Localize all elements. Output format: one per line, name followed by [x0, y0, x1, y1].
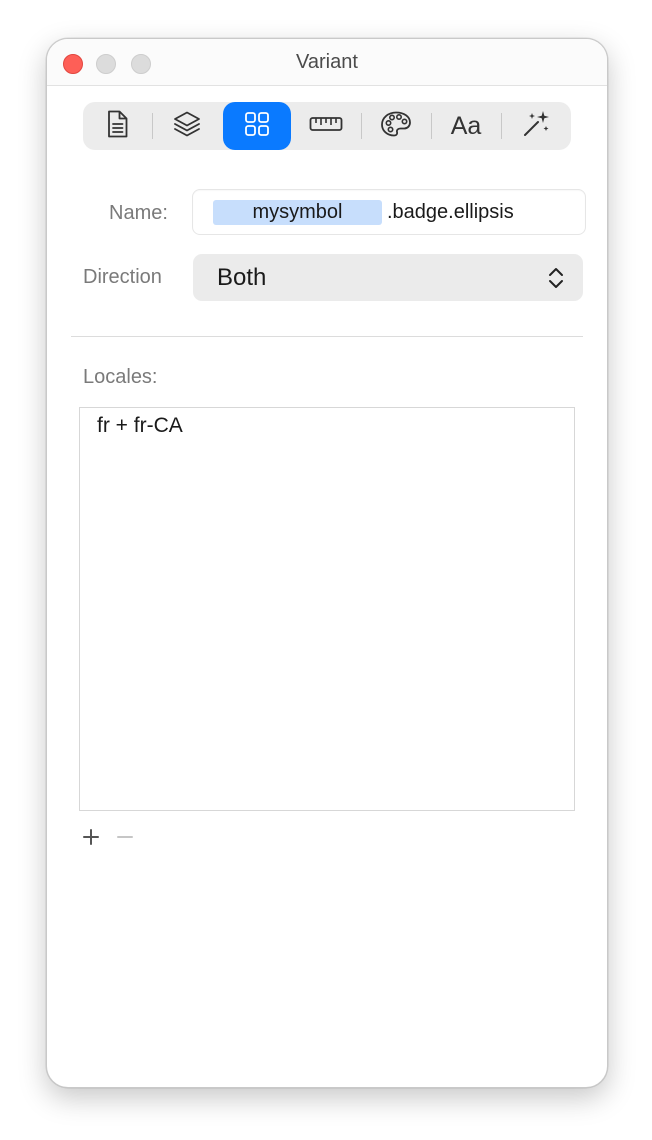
tab-file-inspector[interactable] — [83, 102, 151, 150]
add-locale-button[interactable] — [79, 827, 103, 851]
layers-icon — [173, 110, 201, 143]
chevron-up-down-icon — [547, 266, 565, 290]
locales-label: Locales: — [83, 366, 158, 388]
locales-list[interactable]: fr + fr-CA — [79, 407, 575, 811]
tab-color-inspector[interactable] — [362, 102, 430, 150]
document-icon — [106, 110, 128, 143]
name-field[interactable]: mysymbol .badge.ellipsis — [192, 189, 586, 235]
typography-icon: Aa — [450, 111, 482, 140]
magic-wand-icon — [521, 109, 551, 144]
tab-typography-inspector[interactable]: Aa — [432, 102, 500, 150]
grid-icon — [244, 111, 270, 142]
remove-locale-button[interactable] — [113, 827, 137, 851]
tab-variant-inspector[interactable] — [223, 102, 291, 150]
tab-layers-inspector[interactable] — [153, 102, 221, 150]
title-bar: Variant — [47, 39, 607, 86]
name-token[interactable]: mysymbol — [213, 200, 382, 225]
window-title: Variant — [296, 51, 358, 73]
plus-icon — [83, 828, 99, 850]
inspector-window: Variant Aa Name: mysymbol .badge.ellipsi… — [46, 38, 608, 1088]
direction-value: Both — [217, 264, 267, 291]
palette-icon — [380, 110, 412, 143]
direction-select[interactable]: Both — [193, 254, 583, 301]
minus-icon — [117, 829, 133, 850]
ruler-icon — [309, 115, 343, 138]
list-item[interactable]: fr + fr-CA — [97, 414, 183, 438]
name-label: Name: — [109, 202, 168, 224]
name-suffix: .badge.ellipsis — [387, 201, 514, 223]
inspector-tab-bar: Aa — [83, 102, 571, 150]
tab-geometry-inspector[interactable] — [292, 102, 360, 150]
direction-label: Direction — [83, 266, 162, 288]
section-divider — [71, 336, 583, 337]
tab-effects-inspector[interactable] — [502, 102, 570, 150]
